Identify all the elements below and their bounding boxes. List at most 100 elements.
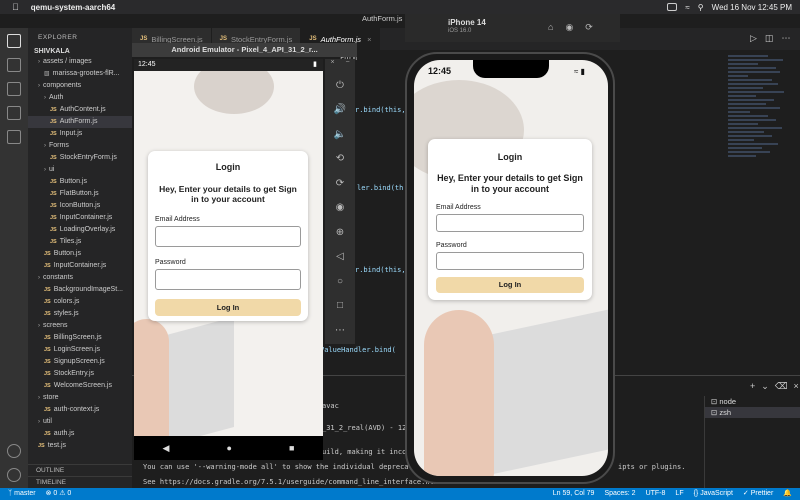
email-input[interactable] xyxy=(155,226,301,247)
run-icon[interactable]: ▷ xyxy=(750,33,757,44)
tree-file[interactable]: JS AuthForm.js xyxy=(28,116,132,128)
tree-file[interactable]: JS IconButton.js xyxy=(28,200,132,212)
clock-text[interactable]: Wed 16 Nov 12:45 PM xyxy=(712,3,792,12)
tree-file[interactable]: ▧ marissa-grootes-flR... xyxy=(28,68,132,80)
battery-icon: ▮ xyxy=(313,61,317,68)
search-icon[interactable] xyxy=(7,58,21,72)
tree-file[interactable]: JS InputContainer.js xyxy=(28,212,132,224)
zoom-icon[interactable]: ⊕ xyxy=(325,220,355,245)
split-editor-icon[interactable]: ◫ xyxy=(765,33,774,44)
settings-gear-icon[interactable] xyxy=(7,468,21,482)
rotate-left-icon[interactable]: ⟲ xyxy=(325,147,355,172)
tree-folder[interactable]: › ui xyxy=(28,164,132,176)
cursor-position[interactable]: Ln 59, Col 79 xyxy=(553,488,595,500)
js-file-icon: JS xyxy=(44,263,51,269)
explorer-icon[interactable] xyxy=(7,34,21,48)
tree-file[interactable]: JS Button.js xyxy=(28,176,132,188)
app-name[interactable]: qemu-system-aarch64 xyxy=(31,3,115,12)
tree-folder[interactable]: › store xyxy=(28,392,132,404)
close-panel-icon[interactable]: × xyxy=(794,381,799,392)
tree-folder[interactable]: › assets / images xyxy=(28,56,132,68)
more-icon[interactable]: ⋯ xyxy=(325,318,355,343)
add-terminal-icon[interactable]: + xyxy=(750,381,755,392)
prettier-status[interactable]: ✓ Prettier xyxy=(743,488,773,500)
minimap[interactable] xyxy=(728,55,788,185)
back-icon[interactable]: ◀ xyxy=(163,443,170,454)
overview-icon[interactable]: □ xyxy=(325,294,355,319)
tree-file[interactable]: JS FlatButton.js xyxy=(28,188,132,200)
tree-file[interactable]: JS InputContainer.js xyxy=(28,260,132,272)
terminal-item-node[interactable]: ⊡ node xyxy=(705,396,800,407)
tree-file[interactable]: JS test.js xyxy=(28,440,132,452)
back-icon[interactable]: ◁ xyxy=(325,245,355,270)
power-icon[interactable]: ⏻ xyxy=(325,73,355,98)
language-mode[interactable]: {} JavaScript xyxy=(694,488,733,500)
home-icon[interactable]: ○ xyxy=(325,269,355,294)
tree-folder[interactable]: › Auth xyxy=(28,92,132,104)
source-control-icon[interactable] xyxy=(7,82,21,96)
extensions-icon[interactable] xyxy=(7,130,21,144)
tree-file[interactable]: JS auth-context.js xyxy=(28,404,132,416)
tree-file[interactable]: JS LoadingOverlay.js xyxy=(28,224,132,236)
js-file-icon: JS xyxy=(50,107,57,113)
tree-folder[interactable]: › Forms xyxy=(28,140,132,152)
tree-file[interactable]: JS colors.js xyxy=(28,296,132,308)
screenshot-icon[interactable]: ◉ xyxy=(565,22,573,33)
login-button[interactable]: Log In xyxy=(436,277,584,293)
tree-file[interactable]: JS BackgroundImageSt... xyxy=(28,284,132,296)
password-input[interactable] xyxy=(436,252,584,270)
problems-status[interactable]: ⊗ 0 ⚠ 0 xyxy=(46,488,72,500)
home-icon[interactable]: ● xyxy=(227,443,232,453)
tree-file[interactable]: JS BillingScreen.js xyxy=(28,332,132,344)
tree-item-label: store xyxy=(43,394,59,401)
volume-up-icon[interactable]: 🔊 xyxy=(325,98,355,123)
recents-icon[interactable]: ■ xyxy=(289,443,294,453)
camera-icon[interactable]: ◉ xyxy=(325,196,355,221)
tree-file[interactable]: JS AuthContent.js xyxy=(28,104,132,116)
tree-file[interactable]: JS Input.js xyxy=(28,128,132,140)
encoding[interactable]: UTF-8 xyxy=(646,488,666,500)
branch-status[interactable]: ᛉ master xyxy=(8,488,36,500)
tree-file[interactable]: JS styles.js xyxy=(28,308,132,320)
tree-file[interactable]: JS Button.js xyxy=(28,248,132,260)
notifications-icon[interactable]: 🔔 xyxy=(783,488,792,500)
close-tab-icon[interactable]: × xyxy=(367,35,371,44)
timeline-section[interactable]: TIMELINE xyxy=(28,476,132,488)
tree-file[interactable]: JS auth.js xyxy=(28,428,132,440)
workspace-name[interactable]: SHIVKALA xyxy=(28,47,132,56)
password-label: Password xyxy=(436,242,467,249)
password-input[interactable] xyxy=(155,269,301,290)
indentation[interactable]: Spaces: 2 xyxy=(604,488,635,500)
run-debug-icon[interactable] xyxy=(7,106,21,120)
home-button-icon[interactable]: ⌂ xyxy=(548,22,553,33)
chevron-down-icon[interactable]: ⌄ xyxy=(761,381,769,392)
wifi-icon[interactable]: ≈ xyxy=(685,3,689,12)
volume-down-icon[interactable]: 🔈 xyxy=(325,122,355,147)
apple-icon[interactable]:  xyxy=(12,2,19,12)
minimize-icon[interactable]: − xyxy=(345,59,349,73)
outline-section[interactable]: OUTLINE xyxy=(28,464,132,476)
tree-file[interactable]: JS Tiles.js xyxy=(28,236,132,248)
email-input[interactable] xyxy=(436,214,584,232)
rotate-right-icon[interactable]: ⟳ xyxy=(325,171,355,196)
rotate-icon[interactable]: ⟳ xyxy=(585,22,593,33)
search-icon[interactable]: ⚲ xyxy=(698,3,704,12)
tree-folder[interactable]: › screens xyxy=(28,320,132,332)
emulator-title-bar[interactable]: Android Emulator - Pixel_4_API_31_2_r... xyxy=(132,43,357,57)
end-of-line[interactable]: LF xyxy=(675,488,683,500)
tree-folder[interactable]: › util xyxy=(28,416,132,428)
trash-icon[interactable]: ⌫ xyxy=(775,381,788,392)
tree-file[interactable]: JS WelcomeScreen.js xyxy=(28,380,132,392)
tree-file[interactable]: JS LoginScreen.js xyxy=(28,344,132,356)
account-icon[interactable] xyxy=(7,444,21,458)
tree-file[interactable]: JS StockEntry.js xyxy=(28,368,132,380)
battery-icon[interactable] xyxy=(667,3,678,11)
tree-folder[interactable]: › components xyxy=(28,80,132,92)
terminal-item-zsh[interactable]: ⊡ zsh xyxy=(705,407,800,418)
close-icon[interactable]: × xyxy=(330,59,334,73)
tree-file[interactable]: JS StockEntryForm.js xyxy=(28,152,132,164)
more-icon[interactable]: ⋯ xyxy=(781,33,790,44)
tree-file[interactable]: JS SignupScreen.js xyxy=(28,356,132,368)
tree-folder[interactable]: › constants xyxy=(28,272,132,284)
login-button[interactable]: Log In xyxy=(155,299,301,316)
